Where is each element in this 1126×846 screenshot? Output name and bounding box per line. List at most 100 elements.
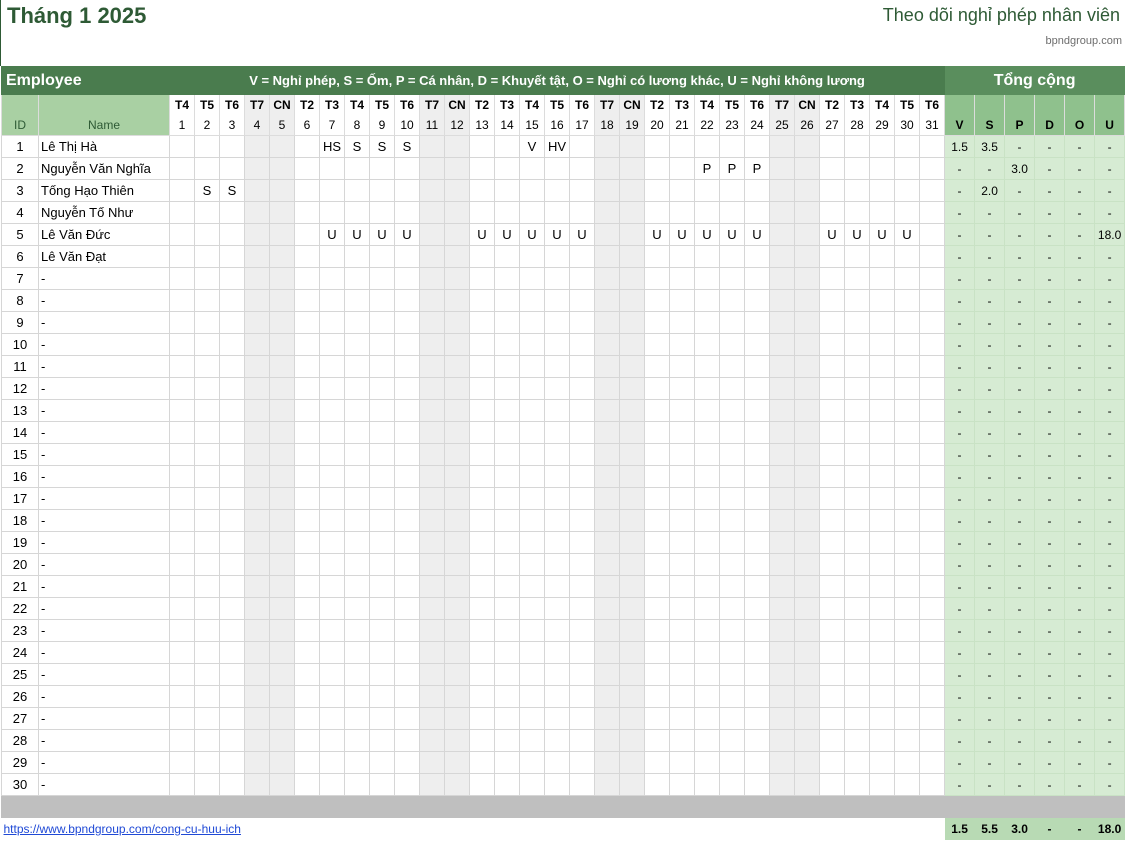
leave-cell[interactable] (744, 751, 770, 774)
employee-name[interactable]: - (38, 421, 170, 444)
leave-cell[interactable] (544, 333, 570, 356)
leave-cell[interactable] (819, 311, 845, 334)
leave-cell[interactable] (169, 157, 195, 180)
leave-cell[interactable] (794, 553, 820, 576)
leave-cell[interactable] (519, 245, 545, 268)
leave-cell[interactable] (369, 421, 395, 444)
leave-cell[interactable] (619, 663, 645, 686)
leave-cell[interactable] (819, 575, 845, 598)
leave-cell[interactable] (744, 201, 770, 224)
employee-name[interactable]: - (38, 399, 170, 422)
leave-cell[interactable] (644, 597, 670, 620)
leave-cell[interactable] (544, 641, 570, 664)
leave-cell[interactable] (294, 421, 320, 444)
leave-cell[interactable] (644, 245, 670, 268)
employee-id[interactable]: 13 (1, 399, 39, 422)
leave-cell[interactable] (294, 333, 320, 356)
leave-cell[interactable] (619, 729, 645, 752)
leave-cell[interactable] (794, 685, 820, 708)
leave-cell[interactable] (544, 355, 570, 378)
leave-cell[interactable] (444, 509, 470, 532)
leave-cell[interactable] (669, 619, 695, 642)
leave-cell[interactable] (769, 311, 795, 334)
employee-id[interactable]: 24 (1, 641, 39, 664)
leave-cell[interactable] (769, 289, 795, 312)
leave-cell[interactable] (544, 751, 570, 774)
leave-cell[interactable] (918, 157, 946, 180)
leave-cell[interactable] (844, 509, 870, 532)
leave-cell[interactable] (319, 157, 345, 180)
leave-cell[interactable] (819, 641, 845, 664)
leave-cell[interactable] (569, 465, 595, 488)
leave-cell[interactable] (744, 399, 770, 422)
leave-cell[interactable] (194, 135, 220, 158)
leave-cell[interactable] (469, 443, 495, 466)
leave-cell[interactable] (569, 333, 595, 356)
leave-cell[interactable] (869, 201, 895, 224)
leave-cell[interactable] (369, 751, 395, 774)
leave-cell[interactable] (669, 465, 695, 488)
leave-cell[interactable] (469, 487, 495, 510)
leave-cell[interactable] (169, 575, 195, 598)
leave-cell[interactable] (494, 663, 520, 686)
leave-cell[interactable] (869, 751, 895, 774)
leave-cell[interactable] (619, 773, 645, 796)
leave-cell[interactable] (244, 289, 270, 312)
leave-cell[interactable] (869, 289, 895, 312)
leave-cell[interactable] (269, 355, 295, 378)
leave-cell[interactable] (619, 311, 645, 334)
leave-cell[interactable] (569, 201, 595, 224)
leave-cell[interactable] (869, 597, 895, 620)
leave-cell[interactable] (369, 553, 395, 576)
leave-cell[interactable] (244, 377, 270, 400)
leave-cell[interactable] (719, 465, 745, 488)
leave-cell[interactable] (519, 553, 545, 576)
leave-cell[interactable] (294, 157, 320, 180)
leave-cell[interactable] (619, 421, 645, 444)
leave-cell[interactable] (294, 267, 320, 290)
leave-cell[interactable] (744, 289, 770, 312)
leave-cell[interactable] (769, 729, 795, 752)
leave-cell[interactable] (494, 531, 520, 554)
leave-cell[interactable] (769, 531, 795, 554)
leave-cell[interactable] (594, 355, 620, 378)
leave-cell[interactable] (869, 465, 895, 488)
leave-cell[interactable] (569, 729, 595, 752)
leave-cell[interactable] (769, 663, 795, 686)
leave-cell[interactable] (819, 289, 845, 312)
leave-cell[interactable] (869, 641, 895, 664)
leave-cell[interactable]: S (344, 135, 370, 158)
leave-cell[interactable]: S (194, 179, 220, 202)
leave-cell[interactable] (294, 179, 320, 202)
leave-cell[interactable] (744, 135, 770, 158)
leave-cell[interactable] (669, 685, 695, 708)
leave-cell[interactable] (494, 355, 520, 378)
leave-cell[interactable] (644, 663, 670, 686)
leave-cell[interactable] (769, 597, 795, 620)
leave-cell[interactable] (419, 487, 445, 510)
leave-cell[interactable]: P (744, 157, 770, 180)
leave-cell[interactable] (819, 333, 845, 356)
leave-cell[interactable] (719, 135, 745, 158)
leave-cell[interactable] (219, 509, 245, 532)
employee-name[interactable]: - (38, 663, 170, 686)
leave-cell[interactable] (294, 773, 320, 796)
leave-cell[interactable] (419, 729, 445, 752)
leave-cell[interactable] (344, 663, 370, 686)
leave-cell[interactable] (594, 245, 620, 268)
leave-cell[interactable]: P (719, 157, 745, 180)
leave-cell[interactable] (394, 597, 420, 620)
leave-cell[interactable] (794, 355, 820, 378)
leave-cell[interactable] (669, 421, 695, 444)
leave-cell[interactable] (269, 751, 295, 774)
leave-cell[interactable] (644, 135, 670, 158)
leave-cell[interactable] (819, 509, 845, 532)
leave-cell[interactable] (769, 355, 795, 378)
leave-cell[interactable] (194, 157, 220, 180)
leave-cell[interactable] (419, 619, 445, 642)
leave-cell[interactable] (769, 157, 795, 180)
leave-cell[interactable] (894, 157, 920, 180)
leave-cell[interactable] (344, 179, 370, 202)
leave-cell[interactable] (869, 157, 895, 180)
leave-cell[interactable] (194, 597, 220, 620)
